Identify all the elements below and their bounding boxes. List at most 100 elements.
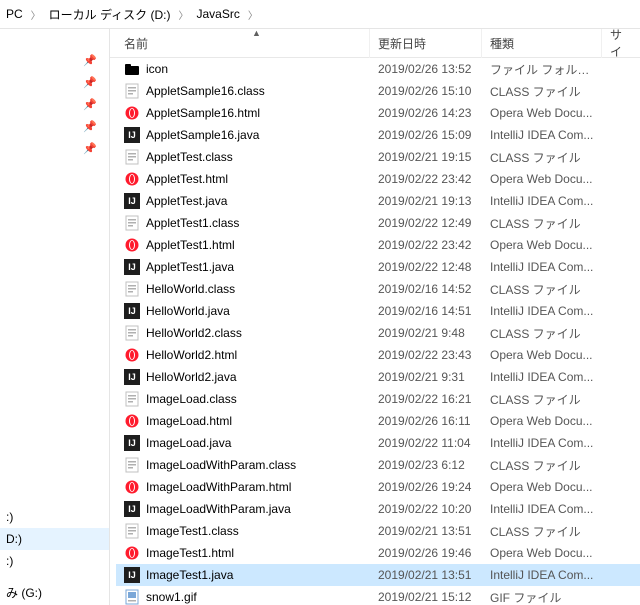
file-name-cell[interactable]: IJ AppletTest.java — [116, 193, 370, 209]
file-name-cell[interactable]: AppletTest1.class — [116, 215, 370, 231]
file-name-label: HelloWorld2.html — [146, 348, 237, 362]
breadcrumb-item-drive[interactable]: ローカル ディスク (D:) — [49, 6, 171, 23]
sidebar-drive-item[interactable]: :) — [0, 550, 109, 572]
file-name-cell[interactable]: ImageLoadWithParam.class — [116, 457, 370, 473]
file-row[interactable]: IJ AppletTest.java2019/02/21 19:13Intell… — [116, 190, 640, 212]
file-row[interactable]: IJ ImageTest1.java2019/02/21 13:51Intell… — [116, 564, 640, 586]
file-name-label: ImageLoad.java — [146, 436, 231, 450]
file-type-cell: Opera Web Docu... — [482, 106, 602, 120]
file-name-cell[interactable]: icon — [116, 61, 370, 77]
file-row[interactable]: IJ ImageLoadWithParam.java2019/02/22 10:… — [116, 498, 640, 520]
file-name-cell[interactable]: IJ AppletTest1.java — [116, 259, 370, 275]
file-row[interactable]: snow1.gif2019/02/21 15:12GIF ファイル — [116, 586, 640, 605]
file-name-cell[interactable]: IJ AppletSample16.java — [116, 127, 370, 143]
file-name-cell[interactable]: AppletSample16.class — [116, 83, 370, 99]
file-name-label: ImageLoad.class — [146, 392, 237, 406]
file-pane: 名前 ▲ 更新日時 種類 サイ icon2019/02/26 13:52ファイル… — [110, 29, 640, 605]
file-date-cell: 2019/02/21 19:13 — [370, 194, 482, 208]
file-row[interactable]: ImageTest1.html2019/02/26 19:46Opera Web… — [116, 542, 640, 564]
file-type-cell: IntelliJ IDEA Com... — [482, 436, 602, 450]
opera-icon — [124, 105, 140, 121]
file-name-cell[interactable]: AppletTest.html — [116, 171, 370, 187]
sidebar-drive-item[interactable] — [0, 572, 109, 580]
file-name-cell[interactable]: ImageLoad.class — [116, 391, 370, 407]
intellij-icon: IJ — [124, 303, 140, 319]
pinned-icon: 📌 — [0, 115, 109, 137]
file-name-cell[interactable]: HelloWorld2.html — [116, 347, 370, 363]
file-row[interactable]: ImageLoad.class2019/02/22 16:21CLASS ファイ… — [116, 388, 640, 410]
file-row[interactable]: HelloWorld2.class2019/02/21 9:48CLASS ファ… — [116, 322, 640, 344]
file-date-cell: 2019/02/16 14:52 — [370, 282, 482, 296]
file-type-cell: Opera Web Docu... — [482, 172, 602, 186]
file-row[interactable]: ImageLoadWithParam.html2019/02/26 19:24O… — [116, 476, 640, 498]
file-name-label: ImageLoadWithParam.class — [146, 458, 296, 472]
file-row[interactable]: AppletTest1.html2019/02/22 23:42Opera We… — [116, 234, 640, 256]
file-name-cell[interactable]: IJ HelloWorld2.java — [116, 369, 370, 385]
file-date-cell: 2019/02/22 23:43 — [370, 348, 482, 362]
file-name-cell[interactable]: AppletTest.class — [116, 149, 370, 165]
file-name-cell[interactable]: ImageTest1.class — [116, 523, 370, 539]
file-row[interactable]: IJ AppletTest1.java2019/02/22 12:48Intel… — [116, 256, 640, 278]
file-type-cell: CLASS ファイル — [482, 325, 602, 342]
file-row[interactable]: AppletSample16.class2019/02/26 15:10CLAS… — [116, 80, 640, 102]
file-row[interactable]: HelloWorld.class2019/02/16 14:52CLASS ファ… — [116, 278, 640, 300]
intellij-icon: IJ — [124, 369, 140, 385]
file-row[interactable]: AppletSample16.html2019/02/26 14:23Opera… — [116, 102, 640, 124]
file-type-cell: CLASS ファイル — [482, 83, 602, 100]
file-name-cell[interactable]: IJ ImageLoadWithParam.java — [116, 501, 370, 517]
file-name-label: AppletSample16.html — [146, 106, 260, 120]
column-header-type[interactable]: 種類 — [482, 29, 602, 58]
file-name-label: ImageTest1.class — [146, 524, 239, 538]
sidebar-drive-item[interactable]: D:) — [0, 528, 109, 550]
file-row[interactable]: icon2019/02/26 13:52ファイル フォルダー — [116, 58, 640, 80]
file-name-cell[interactable]: AppletTest1.html — [116, 237, 370, 253]
file-row[interactable]: IJ HelloWorld2.java2019/02/21 9:31Intell… — [116, 366, 640, 388]
file-row[interactable]: ImageTest1.class2019/02/21 13:51CLASS ファ… — [116, 520, 640, 542]
file-name-cell[interactable]: IJ HelloWorld.java — [116, 303, 370, 319]
column-headers[interactable]: 名前 ▲ 更新日時 種類 サイ — [110, 29, 640, 58]
file-row[interactable]: HelloWorld2.html2019/02/22 23:43Opera We… — [116, 344, 640, 366]
column-header-name[interactable]: 名前 ▲ — [116, 29, 370, 58]
file-name-cell[interactable]: ImageTest1.html — [116, 545, 370, 561]
sidebar-drive-item[interactable]: :) — [0, 506, 109, 528]
file-name-cell[interactable]: snow1.gif — [116, 589, 370, 605]
file-type-cell: IntelliJ IDEA Com... — [482, 370, 602, 384]
file-name-cell[interactable]: ImageLoadWithParam.html — [116, 479, 370, 495]
file-date-cell: 2019/02/26 19:46 — [370, 546, 482, 560]
file-row[interactable]: AppletTest1.class2019/02/22 12:49CLASS フ… — [116, 212, 640, 234]
breadcrumb-item-folder[interactable]: JavaSrc — [197, 7, 240, 21]
opera-icon — [124, 545, 140, 561]
file-row[interactable]: AppletTest.class2019/02/21 19:15CLASS ファ… — [116, 146, 640, 168]
file-name-cell[interactable]: ImageLoad.html — [116, 413, 370, 429]
file-row[interactable]: IJ HelloWorld.java2019/02/16 14:51Intell… — [116, 300, 640, 322]
class-file-icon — [124, 281, 140, 297]
file-name-label: ImageLoad.html — [146, 414, 232, 428]
file-row[interactable]: IJ AppletSample16.java2019/02/26 15:09In… — [116, 124, 640, 146]
gif-file-icon — [124, 589, 140, 605]
file-name-cell[interactable]: IJ ImageTest1.java — [116, 567, 370, 583]
file-row[interactable]: AppletTest.html2019/02/22 23:42Opera Web… — [116, 168, 640, 190]
opera-icon — [124, 479, 140, 495]
file-row[interactable]: ImageLoad.html2019/02/26 16:11Opera Web … — [116, 410, 640, 432]
class-file-icon — [124, 83, 140, 99]
file-name-cell[interactable]: AppletSample16.html — [116, 105, 370, 121]
column-header-date[interactable]: 更新日時 — [370, 29, 482, 58]
file-name-cell[interactable]: HelloWorld2.class — [116, 325, 370, 341]
file-name-label: ImageTest1.html — [146, 546, 234, 560]
breadcrumb-item-pc[interactable]: PC — [6, 7, 23, 21]
file-type-cell: IntelliJ IDEA Com... — [482, 502, 602, 516]
file-type-cell: Opera Web Docu... — [482, 480, 602, 494]
file-row[interactable]: ImageLoadWithParam.class2019/02/23 6:12C… — [116, 454, 640, 476]
file-date-cell: 2019/02/22 11:04 — [370, 436, 482, 450]
file-name-label: HelloWorld2.java — [146, 370, 237, 384]
file-date-cell: 2019/02/22 12:49 — [370, 216, 482, 230]
file-name-label: HelloWorld.class — [146, 282, 235, 296]
sidebar-drive-item[interactable]: み (G:) — [0, 580, 109, 605]
file-name-label: icon — [146, 62, 168, 76]
file-name-cell[interactable]: HelloWorld.class — [116, 281, 370, 297]
file-name-cell[interactable]: IJ ImageLoad.java — [116, 435, 370, 451]
file-list[interactable]: icon2019/02/26 13:52ファイル フォルダー AppletSam… — [110, 58, 640, 605]
file-type-cell: IntelliJ IDEA Com... — [482, 128, 602, 142]
file-row[interactable]: IJ ImageLoad.java2019/02/22 11:04Intelli… — [116, 432, 640, 454]
breadcrumb[interactable]: PC 〉 ローカル ディスク (D:) 〉 JavaSrc 〉 — [0, 0, 640, 29]
